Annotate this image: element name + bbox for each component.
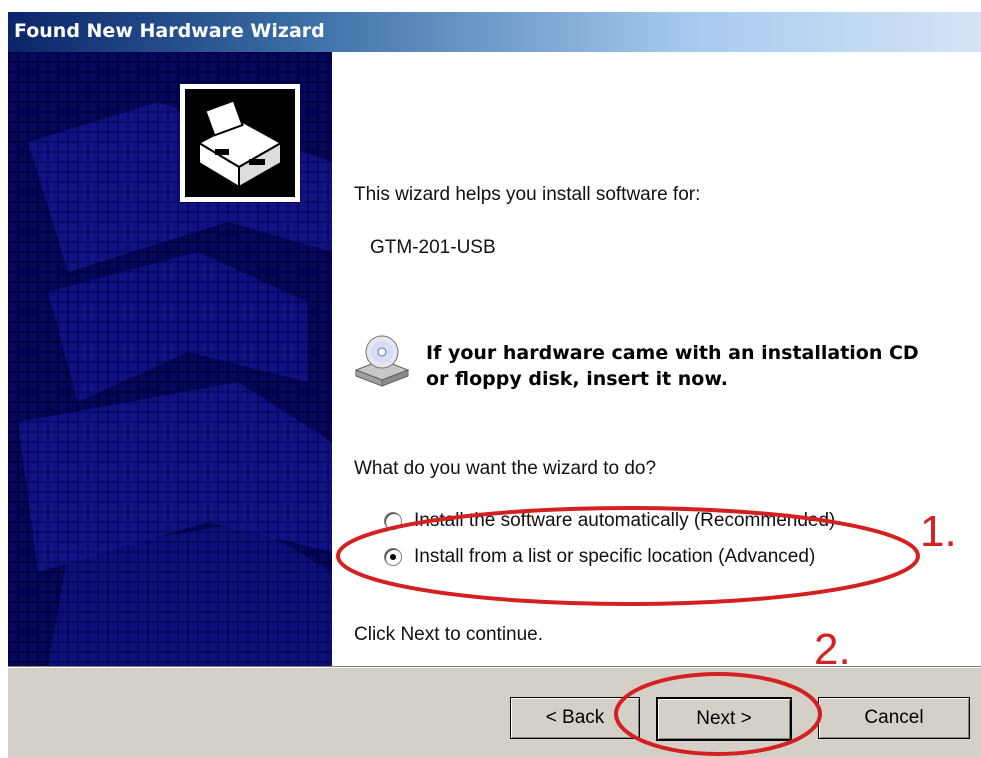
radio-icon[interactable]	[384, 548, 402, 566]
back-button[interactable]: < Back	[510, 697, 640, 739]
wizard-sidebar	[8, 52, 332, 666]
cd-drive-icon	[352, 334, 412, 388]
title-bar[interactable]: Found New Hardware Wizard	[8, 12, 981, 52]
intro-text: This wizard helps you install software f…	[354, 184, 701, 205]
button-bar: < Back Next > Cancel	[8, 666, 981, 758]
wizard-question: What do you want the wizard to do?	[354, 458, 657, 479]
continue-text: Click Next to continue.	[354, 624, 544, 645]
radio-icon[interactable]	[384, 512, 402, 530]
wizard-content: This wizard helps you install software f…	[332, 52, 981, 666]
window-title: Found New Hardware Wizard	[14, 20, 325, 42]
option-automatic[interactable]: Install the software automatically (Reco…	[384, 510, 835, 532]
next-button[interactable]: Next >	[656, 697, 792, 741]
annotation-step-1: 1.	[920, 507, 957, 556]
option-advanced[interactable]: Install from a list or specific location…	[384, 546, 815, 568]
hardware-wizard-icon	[180, 84, 300, 202]
option-automatic-label: Install the software automatically (Reco…	[414, 510, 836, 531]
cancel-button[interactable]: Cancel	[818, 697, 970, 739]
wizard-window: Found New Hardware Wizard This wizard he…	[0, 0, 981, 758]
annotation-step-2: 2.	[814, 625, 851, 674]
option-advanced-label: Install from a list or specific location…	[414, 546, 816, 567]
cd-prompt: If your hardware came with an installati…	[426, 342, 919, 390]
device-name: GTM-201-USB	[370, 237, 496, 258]
